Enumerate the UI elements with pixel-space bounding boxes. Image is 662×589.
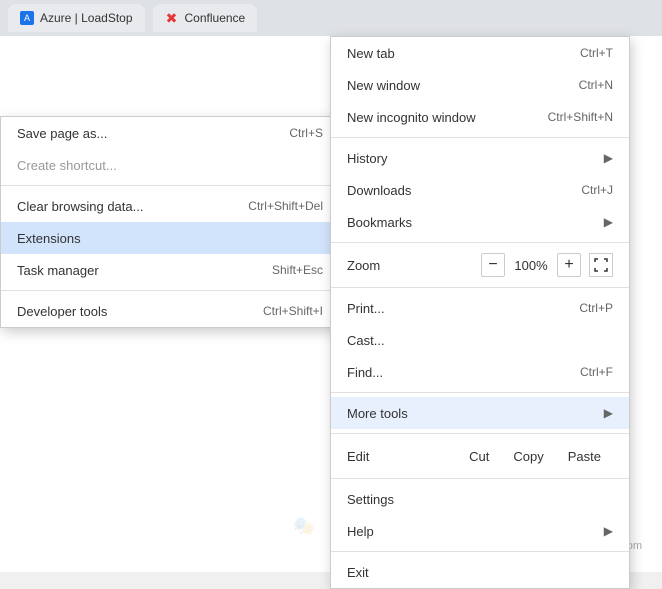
zoom-value: 100% — [513, 258, 549, 273]
tab-azure[interactable]: A Azure | LoadStop — [8, 4, 145, 32]
menu-new-window-label: New window — [347, 78, 420, 93]
menu-task-manager[interactable]: Task manager Shift+Esc — [1, 254, 339, 286]
menu-incognito[interactable]: New incognito window Ctrl+Shift+N — [331, 101, 629, 133]
menu-clear-browsing-shortcut: Ctrl+Shift+Del — [248, 199, 323, 213]
menu-task-manager-shortcut: Shift+Esc — [272, 263, 323, 277]
menu-find-label: Find... — [347, 365, 383, 380]
menu-create-shortcut-label: Create shortcut... — [17, 158, 117, 173]
zoom-plus-button[interactable]: + — [557, 253, 581, 277]
separator-1 — [331, 137, 629, 138]
help-arrow-icon: ▶ — [604, 524, 613, 538]
menu-incognito-label: New incognito window — [347, 110, 476, 125]
separator-5 — [331, 433, 629, 434]
menu-new-window-shortcut: Ctrl+N — [579, 78, 613, 92]
copy-button[interactable]: Copy — [501, 445, 555, 468]
tab-confluence[interactable]: ✖ Confluence — [153, 4, 258, 32]
zoom-label: Zoom — [347, 258, 481, 273]
menu-find[interactable]: Find... Ctrl+F — [331, 356, 629, 388]
menu-clear-browsing[interactable]: Clear browsing data... Ctrl+Shift+Del — [1, 190, 339, 222]
menu-print-shortcut: Ctrl+P — [579, 301, 613, 315]
menu-help[interactable]: Help ▶ — [331, 515, 629, 547]
menu-bookmarks-label: Bookmarks — [347, 215, 412, 230]
menu-print-label: Print... — [347, 301, 385, 316]
menu-incognito-shortcut: Ctrl+Shift+N — [548, 110, 613, 124]
menu-downloads-shortcut: Ctrl+J — [581, 183, 613, 197]
menu-extensions-label: Extensions — [17, 231, 81, 246]
menu-extensions[interactable]: Extensions — [1, 222, 339, 254]
menu-clear-browsing-label: Clear browsing data... — [17, 199, 143, 214]
menu-bookmarks[interactable]: Bookmarks ▶ — [331, 206, 629, 238]
menu-dev-tools-shortcut: Ctrl+Shift+I — [263, 304, 323, 318]
menu-downloads-label: Downloads — [347, 183, 411, 198]
menu-exit[interactable]: Exit — [331, 556, 629, 588]
menu-save-page-shortcut: Ctrl+S — [289, 126, 323, 140]
zoom-controls: − 100% + — [481, 253, 613, 277]
separator-2 — [331, 242, 629, 243]
menu-create-shortcut[interactable]: Create shortcut... — [1, 149, 339, 181]
menu-find-shortcut: Ctrl+F — [580, 365, 613, 379]
tab-confluence-label: Confluence — [185, 11, 246, 25]
menu-settings-label: Settings — [347, 492, 394, 507]
left-separator-2 — [1, 290, 339, 291]
menu-more-tools-label: More tools — [347, 406, 408, 421]
paste-button[interactable]: Paste — [556, 445, 613, 468]
menu-dev-tools[interactable]: Developer tools Ctrl+Shift+I — [1, 295, 339, 327]
menu-settings[interactable]: Settings — [331, 483, 629, 515]
browser-bar: A Azure | LoadStop ✖ Confluence — [0, 0, 662, 36]
menu-new-window[interactable]: New window Ctrl+N — [331, 69, 629, 101]
zoom-row: Zoom − 100% + — [331, 247, 629, 283]
menu-exit-label: Exit — [347, 565, 369, 580]
zoom-minus-button[interactable]: − — [481, 253, 505, 277]
separator-6 — [331, 478, 629, 479]
cut-button[interactable]: Cut — [457, 445, 501, 468]
separator-7 — [331, 551, 629, 552]
bookmarks-arrow-icon: ▶ — [604, 215, 613, 229]
menu-dev-tools-label: Developer tools — [17, 304, 107, 319]
separator-3 — [331, 287, 629, 288]
main-content: 🎭 APPUALS wsxdn.com New tab Ctrl+T New w… — [0, 36, 662, 572]
menu-print[interactable]: Print... Ctrl+P — [331, 292, 629, 324]
left-separator-1 — [1, 185, 339, 186]
chrome-menu-right: New tab Ctrl+T New window Ctrl+N New inc… — [330, 36, 630, 589]
edit-actions: Cut Copy Paste — [457, 445, 613, 468]
menu-history[interactable]: History ▶ — [331, 142, 629, 174]
menu-save-page-label: Save page as... — [17, 126, 107, 141]
menu-more-tools[interactable]: More tools ▶ — [331, 397, 629, 429]
azure-icon: A — [20, 11, 34, 25]
menu-save-page[interactable]: Save page as... Ctrl+S — [1, 117, 339, 149]
history-arrow-icon: ▶ — [604, 151, 613, 165]
edit-row: Edit Cut Copy Paste — [331, 438, 629, 474]
menu-downloads[interactable]: Downloads Ctrl+J — [331, 174, 629, 206]
menu-new-tab-label: New tab — [347, 46, 395, 61]
tab-azure-label: Azure | LoadStop — [40, 11, 133, 25]
menu-history-label: History — [347, 151, 387, 166]
menu-cast-label: Cast... — [347, 333, 385, 348]
menu-new-tab[interactable]: New tab Ctrl+T — [331, 37, 629, 69]
zoom-fullscreen-button[interactable] — [589, 253, 613, 277]
menu-help-label: Help — [347, 524, 374, 539]
confluence-icon: ✖ — [165, 11, 179, 25]
edit-label: Edit — [347, 449, 457, 464]
menu-task-manager-label: Task manager — [17, 263, 99, 278]
menu-new-tab-shortcut: Ctrl+T — [580, 46, 613, 60]
separator-4 — [331, 392, 629, 393]
more-tools-arrow-icon: ▶ — [604, 406, 613, 420]
chrome-menu-left: Save page as... Ctrl+S Create shortcut..… — [0, 116, 340, 328]
menu-cast[interactable]: Cast... — [331, 324, 629, 356]
